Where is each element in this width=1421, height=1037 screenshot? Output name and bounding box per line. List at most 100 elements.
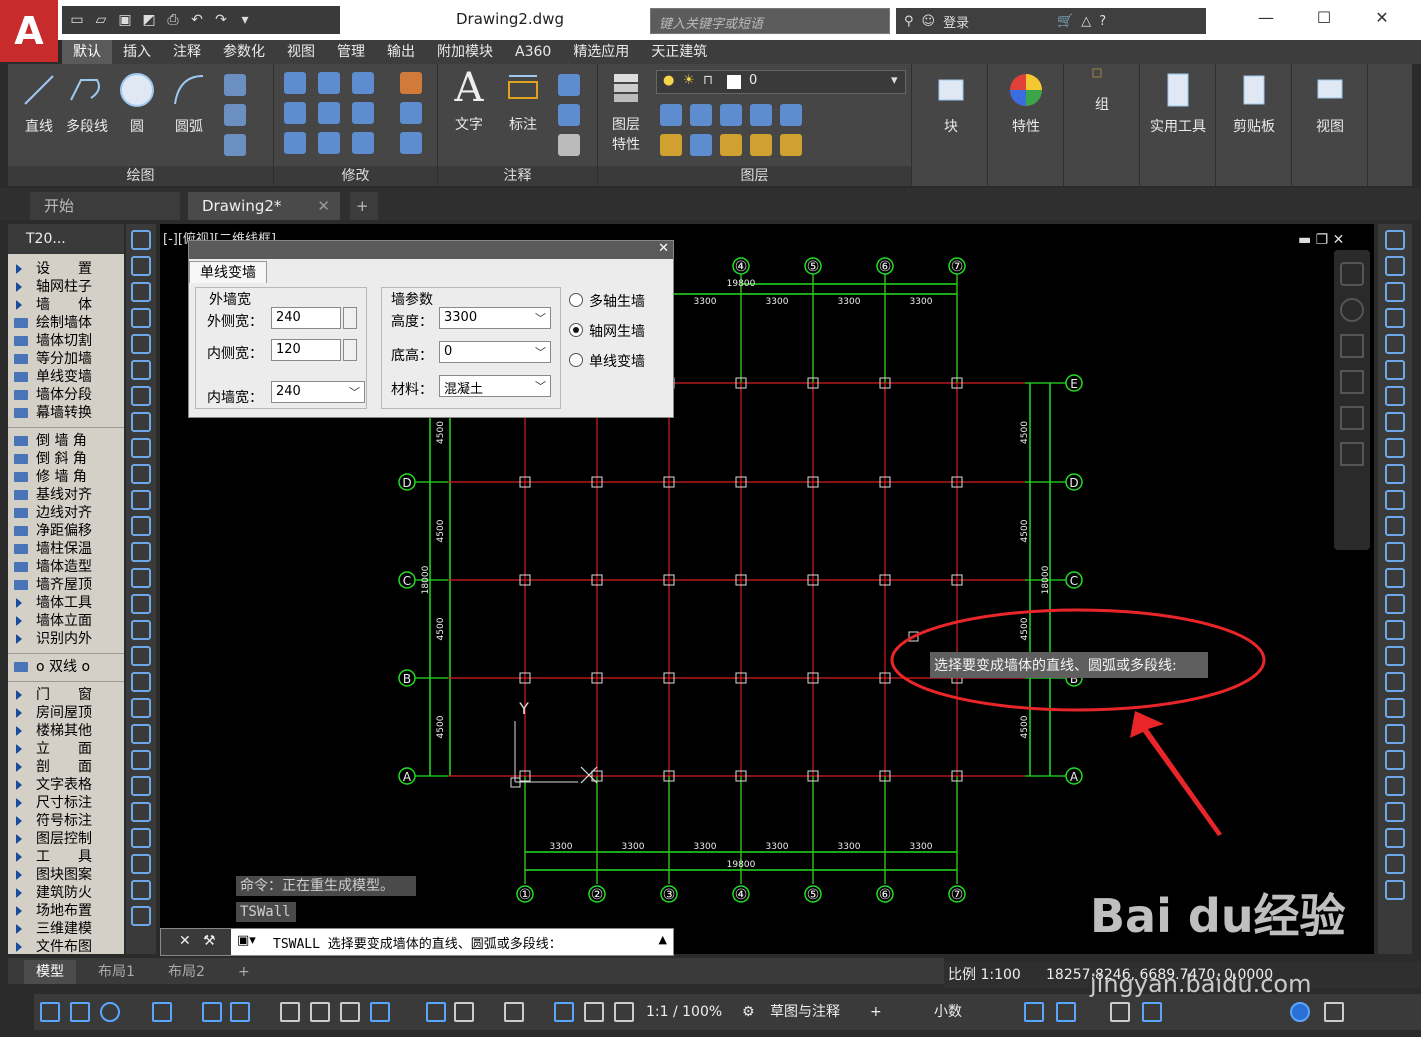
layer-tool-icon-10[interactable] xyxy=(780,134,802,156)
layer-tool-icon-4[interactable] xyxy=(750,104,772,126)
login-link[interactable]: 登录 xyxy=(943,12,969,31)
modify-tool-icon[interactable] xyxy=(1385,672,1405,692)
3d-osnap-icon[interactable] xyxy=(370,1002,390,1022)
panel-item[interactable]: 边线对齐 xyxy=(8,504,124,522)
clipboard-button[interactable]: 剪贴板 xyxy=(1220,70,1288,136)
print-icon[interactable]: ⎙ xyxy=(164,12,182,28)
units-dropdown[interactable]: 小数 xyxy=(934,994,962,1030)
modify-tool-icon[interactable] xyxy=(1385,308,1405,328)
new-file-icon[interactable]: ▭ xyxy=(68,12,86,28)
pan-icon[interactable] xyxy=(1340,334,1364,358)
panel-item[interactable]: 墙柱保温 xyxy=(8,540,124,558)
panel-item[interactable]: 剖 面 xyxy=(8,758,124,776)
modify-tool-icon[interactable] xyxy=(1385,516,1405,536)
draw-tool-icon[interactable] xyxy=(131,542,151,562)
modify-tool-icon[interactable] xyxy=(1385,828,1405,848)
panel-item[interactable]: 墙 体 xyxy=(8,296,124,314)
showmotion-icon[interactable] xyxy=(1340,442,1364,466)
outer-width-input[interactable]: 240 xyxy=(271,307,341,329)
cmd-history-toggle-icon[interactable]: ▲ xyxy=(659,933,667,946)
draw-tool-icon[interactable] xyxy=(131,776,151,796)
ribbon-tab-9[interactable]: 精选应用 xyxy=(562,40,640,64)
autocad-logo-icon[interactable]: A xyxy=(0,0,58,62)
snap-icon[interactable] xyxy=(40,1002,60,1022)
polar-icon[interactable] xyxy=(100,1002,120,1022)
panel-item[interactable]: o 双线 o xyxy=(8,658,124,676)
hatch-icon[interactable] xyxy=(224,104,246,126)
inner-width-input[interactable]: 120 xyxy=(271,339,341,361)
ribbon-tab-1[interactable]: 插入 xyxy=(112,40,162,64)
zoom-scale[interactable]: 1:1 / 100% xyxy=(646,994,722,1030)
scale-icon[interactable] xyxy=(318,132,340,154)
radio-single-line-wall[interactable]: 单线变墙 xyxy=(569,351,645,371)
panel-item[interactable]: 文件布图 xyxy=(8,938,124,956)
modify-tool-icon[interactable] xyxy=(1385,802,1405,822)
panel-item[interactable]: 墙体工具 xyxy=(8,594,124,612)
osnap-icon[interactable] xyxy=(152,1002,172,1022)
panel-item[interactable]: 幕墙转换 xyxy=(8,404,124,422)
modify-tool-icon[interactable] xyxy=(1385,464,1405,484)
undo-icon[interactable]: ↶ xyxy=(188,12,206,28)
view-button[interactable]: 视图 xyxy=(1296,70,1364,136)
group-label-annotation[interactable]: 注释 xyxy=(438,166,597,186)
modify-tool-icon[interactable] xyxy=(1385,750,1405,770)
viewport-controls[interactable]: ▬ ❐ ✕ xyxy=(1298,232,1344,248)
dynamic-ucs-icon[interactable] xyxy=(426,1002,446,1022)
properties-button[interactable]: 特性 xyxy=(998,70,1054,136)
qat-dropdown-icon[interactable]: ▾ xyxy=(236,12,254,28)
utilities-button[interactable]: 实用工具 xyxy=(1144,70,1212,136)
plus-icon[interactable]: + xyxy=(870,994,882,1030)
draw-tool-icon[interactable] xyxy=(131,334,151,354)
linear-dim-icon[interactable] xyxy=(558,74,580,96)
ribbon-tab-4[interactable]: 视图 xyxy=(276,40,326,64)
material-select[interactable]: 混凝土 ﹀ xyxy=(439,375,551,397)
modify-tool-icon[interactable] xyxy=(1385,386,1405,406)
ribbon-tab-7[interactable]: 附加模块 xyxy=(426,40,504,64)
draw-tool-icon[interactable] xyxy=(131,308,151,328)
offset-icon[interactable] xyxy=(400,132,422,154)
layer-tool-icon-6[interactable] xyxy=(660,134,682,156)
modify-tool-icon[interactable] xyxy=(1385,776,1405,796)
panel-item[interactable]: 绘制墙体 xyxy=(8,314,124,332)
panel-item[interactable]: 墙齐屋顶 xyxy=(8,576,124,594)
new-tab-button[interactable]: + xyxy=(350,192,378,220)
otrack-icon[interactable] xyxy=(202,1002,222,1022)
maximize-button[interactable]: ☐ xyxy=(1304,8,1344,32)
steering-wheel-icon[interactable] xyxy=(1340,298,1364,322)
radio-grid-wall[interactable]: 轴网生墙 xyxy=(569,321,645,341)
array-icon[interactable] xyxy=(352,132,374,154)
draw-tool-icon[interactable] xyxy=(131,386,151,406)
group-button[interactable]: 组 xyxy=(1074,68,1130,114)
modify-tool-icon[interactable] xyxy=(1385,698,1405,718)
auto-scale-icon[interactable] xyxy=(584,1002,604,1022)
modify-tool-icon[interactable] xyxy=(1385,620,1405,640)
group-label-layers[interactable]: 图层 xyxy=(598,166,911,186)
panel-item[interactable]: 基线对齐 xyxy=(8,486,124,504)
trim-icon[interactable] xyxy=(352,72,374,94)
ortho-icon[interactable] xyxy=(70,1002,90,1022)
ribbon-tab-6[interactable]: 输出 xyxy=(376,40,426,64)
panel-item[interactable]: 墙体分段 xyxy=(8,386,124,404)
draw-tool-icon[interactable] xyxy=(131,646,151,666)
leader-icon[interactable] xyxy=(558,104,580,126)
layer-tool-icon-9[interactable] xyxy=(750,134,772,156)
isodraft-icon[interactable] xyxy=(454,1002,474,1022)
block-button[interactable]: 块 xyxy=(924,70,978,136)
modify-tool-icon[interactable] xyxy=(1385,542,1405,562)
gizmo-icon[interactable] xyxy=(504,1002,524,1022)
modify-tool-icon[interactable] xyxy=(1385,594,1405,614)
new-layout-button[interactable]: + xyxy=(226,960,262,984)
modify-tool-icon[interactable] xyxy=(1385,724,1405,744)
modify-tool-icon[interactable] xyxy=(1385,230,1405,250)
tab-layout2[interactable]: 布局2 xyxy=(156,960,217,984)
search-input[interactable]: 键入关键字或短语 xyxy=(650,8,890,34)
panel-item[interactable]: 尺寸标注 xyxy=(8,794,124,812)
scale-dropdown[interactable]: 比例 1:100 xyxy=(948,962,1021,988)
base-height-select[interactable]: 0 ﹀ xyxy=(439,341,551,363)
open-file-icon[interactable]: ▱ xyxy=(92,12,110,28)
explode-icon[interactable] xyxy=(400,102,422,124)
stretch-icon[interactable] xyxy=(284,132,306,154)
draw-tool-icon[interactable] xyxy=(131,906,151,926)
clean-screen-icon[interactable] xyxy=(1290,1002,1310,1022)
draw-tool-icon[interactable] xyxy=(131,672,151,692)
